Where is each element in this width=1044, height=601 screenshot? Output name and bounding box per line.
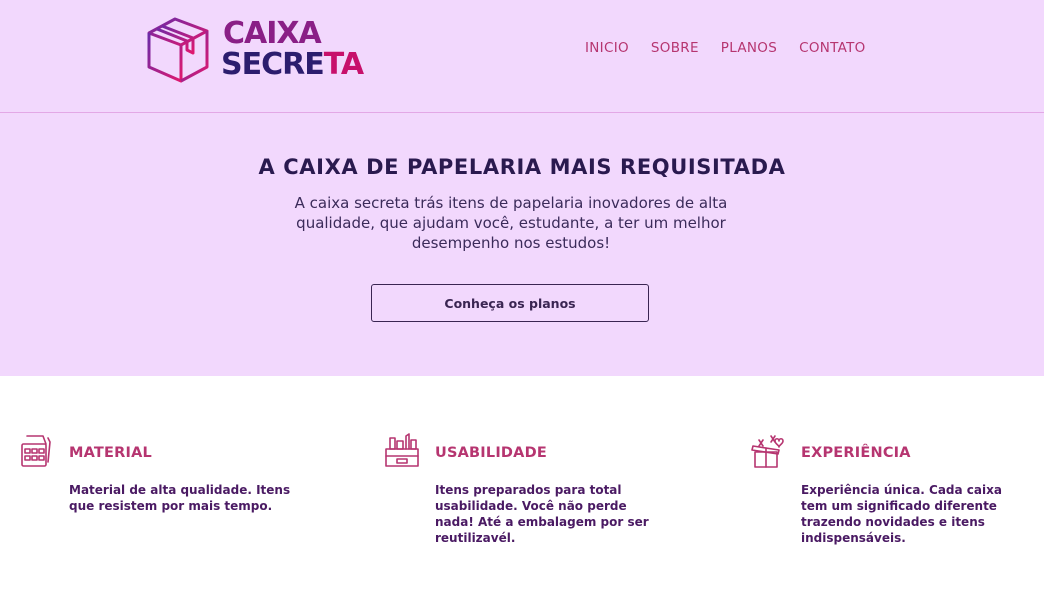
hero-title: A CAIXA DE PAPELARIA MAIS REQUISITADA bbox=[258, 155, 786, 179]
brand-line-1: CAIXA bbox=[223, 16, 322, 51]
gift-box-icon bbox=[751, 435, 784, 468]
brand-line-2: SECRETA bbox=[221, 47, 364, 82]
site-header: CAIXA SECRETA INICIO SOBRE PLANOS CONTAT… bbox=[0, 0, 1044, 113]
box-logo-icon bbox=[147, 17, 209, 83]
feature-description: Experiência única. Cada caixa tem um sig… bbox=[801, 483, 1002, 545]
stationery-icon bbox=[21, 435, 51, 467]
brand-line-2-part-2: TA bbox=[323, 47, 364, 82]
nav-item-planos[interactable]: PLANOS bbox=[721, 40, 777, 56]
nav-item-sobre[interactable]: SOBRE bbox=[651, 40, 699, 56]
main-nav: INICIO SOBRE PLANOS CONTATO bbox=[585, 40, 888, 56]
brand-logo[interactable]: CAIXA SECRETA bbox=[145, 15, 365, 85]
feature-description: Itens preparados para total usabilidade.… bbox=[435, 483, 649, 545]
feature-description: Material de alta qualidade. Itens que re… bbox=[69, 483, 291, 513]
brand-wordmark: CAIXA SECRETA bbox=[221, 16, 364, 82]
view-plans-button[interactable]: Conheça os planos bbox=[371, 284, 649, 322]
hero-description: A caixa secreta trás itens de papelaria … bbox=[294, 194, 728, 252]
desk-organizer-icon bbox=[385, 433, 419, 467]
feature-title: USABILIDADE bbox=[435, 445, 547, 461]
hero-section: A CAIXA DE PAPELARIA MAIS REQUISITADA A … bbox=[0, 113, 1044, 376]
nav-item-inicio[interactable]: INICIO bbox=[585, 40, 629, 56]
nav-item-contato[interactable]: CONTATO bbox=[799, 40, 866, 56]
feature-title: MATERIAL bbox=[69, 445, 152, 461]
feature-title: EXPERIÊNCIA bbox=[801, 445, 911, 461]
brand-line-2-part-1: SECRE bbox=[221, 47, 325, 82]
